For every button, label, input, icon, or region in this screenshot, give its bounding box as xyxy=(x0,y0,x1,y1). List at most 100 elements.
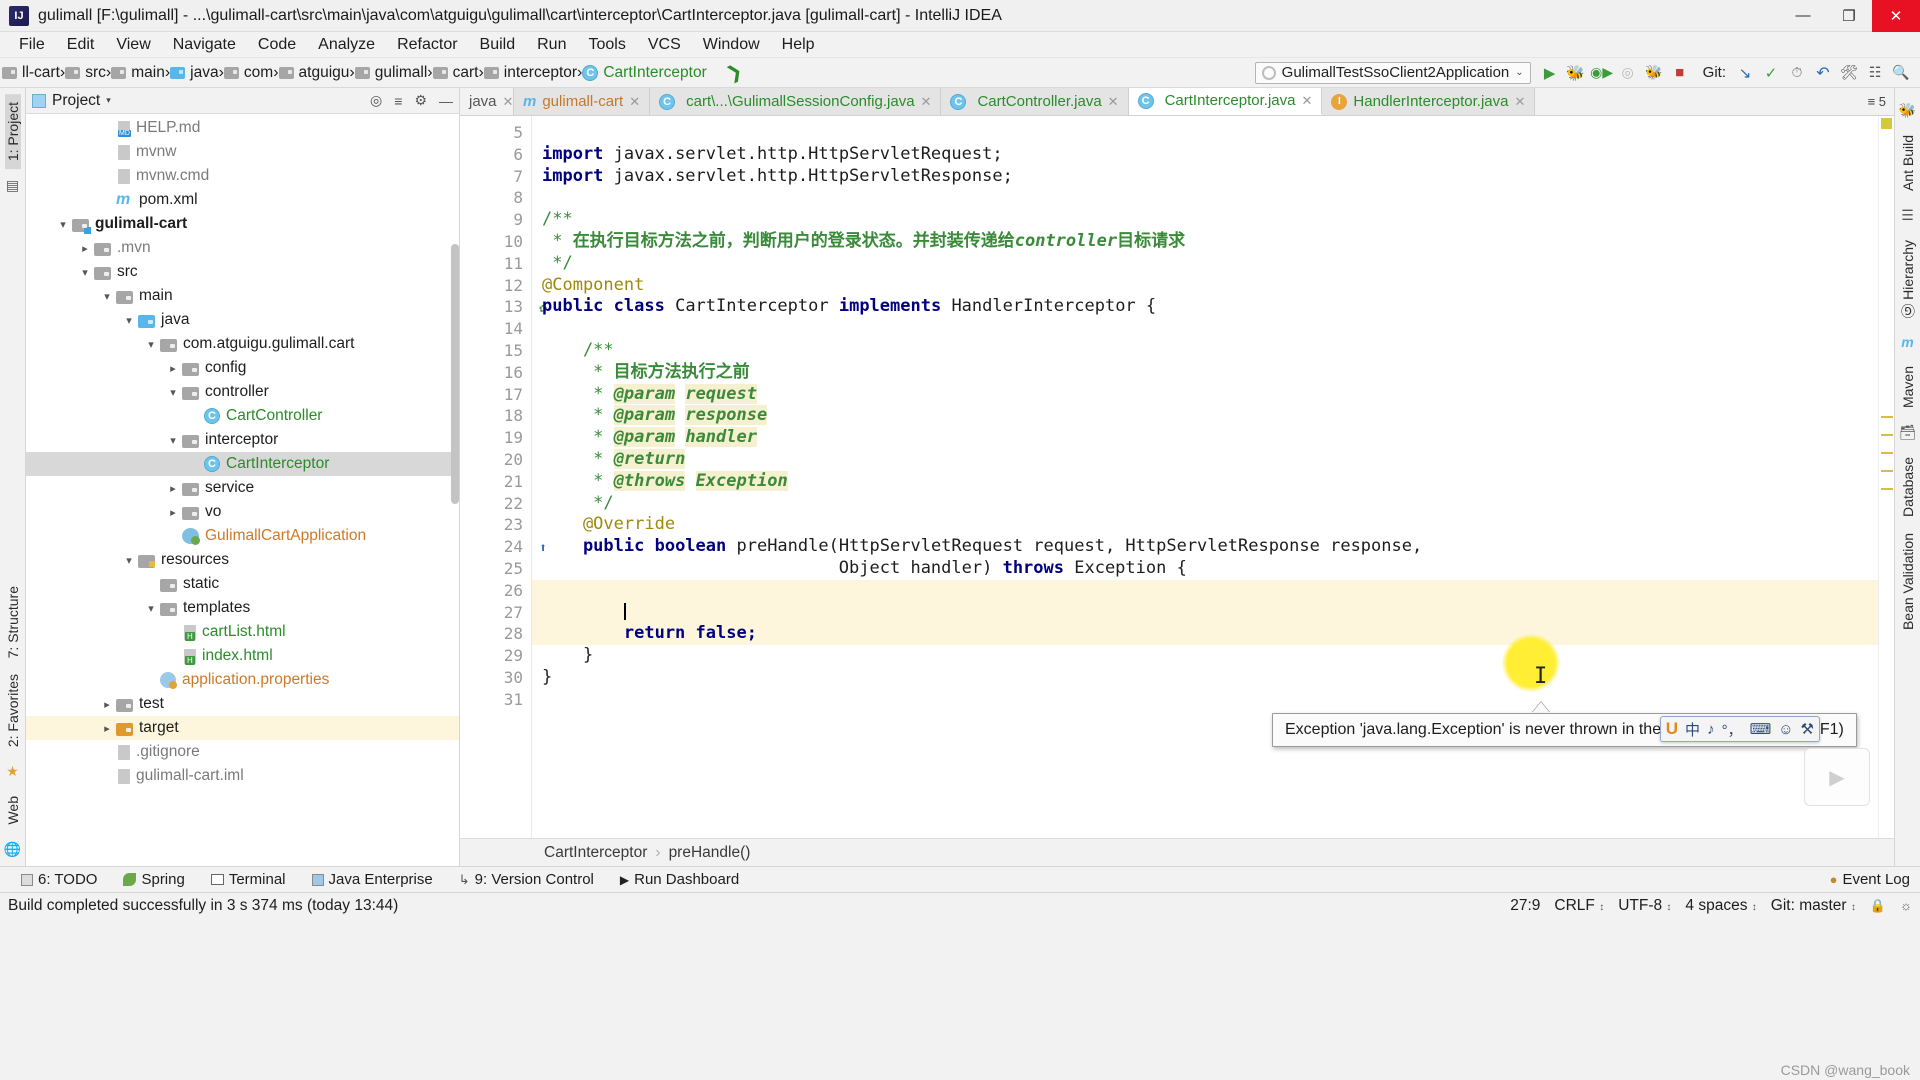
gutter-line-21[interactable]: 21 xyxy=(460,471,531,493)
stop-button[interactable]: ■ xyxy=(1667,61,1693,85)
menu-item-tools[interactable]: Tools xyxy=(577,34,636,56)
code-line-29[interactable]: − } xyxy=(532,645,1878,667)
code-line-10[interactable]: * 在执行目标方法之前，判断用户的登录状态。并封装传递给controller目标… xyxy=(532,231,1878,253)
editor-tab-cartinterceptor[interactable]: C CartInterceptor.java ✕ xyxy=(1128,88,1323,115)
sidebar-item-ant-build[interactable]: Ant Build xyxy=(1900,127,1916,199)
gutter-line-29[interactable]: 29 xyxy=(460,645,531,667)
breadcrumb-cartinterceptor[interactable]: C CartInterceptor xyxy=(582,64,707,82)
gutter-line-24[interactable]: 24 ⬆ xyxy=(460,536,547,558)
ime-tools-icon[interactable]: ⚒ xyxy=(1801,720,1814,738)
gutter-line-18[interactable]: 18 xyxy=(460,405,531,427)
favorites-star-icon[interactable]: ★ xyxy=(6,763,19,780)
breadcrumb-gulimall[interactable]: gulimall xyxy=(354,64,427,82)
balloon-icon[interactable]: ☼ xyxy=(1900,898,1912,913)
menu-item-file[interactable]: File xyxy=(8,34,56,56)
code-line-17[interactable]: * @param request xyxy=(532,383,1878,406)
maximize-button[interactable]: ❐ xyxy=(1826,0,1872,32)
code-line-8[interactable] xyxy=(532,187,1878,209)
maven-icon[interactable]: m xyxy=(1901,334,1913,350)
gutter-line-11[interactable]: 11 xyxy=(460,253,531,275)
menu-item-analyze[interactable]: Analyze xyxy=(307,34,386,56)
editor-viewport[interactable]: 5 6 7 8 9 10 11 12 13 ✿ 14 15 16 17 18 19 20 21 22 23 24 ⬆ 25 2… xyxy=(460,116,1894,838)
gutter-line-9[interactable]: 9 xyxy=(460,209,531,231)
commit-button[interactable]: ✓ xyxy=(1758,61,1784,85)
sidebar-item-favorites[interactable]: 2: Favorites xyxy=(5,666,21,755)
error-stripe[interactable] xyxy=(1878,116,1894,838)
bottom-tab-java-enterprise[interactable]: Java Enterprise xyxy=(299,871,446,888)
code-line-20[interactable]: * @return xyxy=(532,448,1878,471)
project-tree[interactable]: HELP.md mvnw mvnw.cmd m pom.xml ▾ gulimall-car… xyxy=(26,114,459,866)
run-with-coverage-button[interactable]: ◉▶ xyxy=(1589,61,1615,85)
close-icon[interactable]: ✕ xyxy=(629,94,640,110)
caret-position[interactable]: 27:9 xyxy=(1510,897,1540,915)
tree-item-static[interactable]: static xyxy=(26,572,459,596)
close-icon[interactable]: ✕ xyxy=(503,94,513,110)
project-structure-button[interactable]: ☷ xyxy=(1862,61,1888,85)
tree-item-templates[interactable]: ▾ templates xyxy=(26,596,459,620)
tree-item-test[interactable]: ▸ test xyxy=(26,692,459,716)
code-line-31[interactable] xyxy=(532,689,1878,711)
menu-item-edit[interactable]: Edit xyxy=(56,34,106,56)
ime-keyboard-icon[interactable]: ⌨ xyxy=(1750,720,1772,738)
close-icon[interactable]: ✕ xyxy=(1301,93,1312,109)
gutter-line-28[interactable]: 28 xyxy=(460,623,531,645)
menu-item-run[interactable]: Run xyxy=(526,34,577,56)
ime-tone-icon[interactable]: ♪ xyxy=(1707,721,1715,738)
code-line-9[interactable]: −/** xyxy=(532,209,1878,231)
gutter-line-20[interactable]: 20 xyxy=(460,449,531,471)
warning-marker[interactable] xyxy=(1881,470,1893,472)
tree-item-gulimall-cart-iml[interactable]: gulimall-cart.iml xyxy=(26,764,459,788)
tree-item-vo[interactable]: ▸ vo xyxy=(26,500,459,524)
code-line-28[interactable]: return false; xyxy=(532,623,1878,646)
bottom-tab-run-dashboard[interactable]: ▶ Run Dashboard xyxy=(607,871,752,888)
chevron-down-icon[interactable]: ▾ xyxy=(106,95,111,106)
menu-item-window[interactable]: Window xyxy=(692,34,771,56)
hide-icon[interactable]: — xyxy=(439,93,453,109)
code-line-15[interactable]: /** xyxy=(532,340,1878,362)
minimize-button[interactable]: — xyxy=(1780,0,1826,32)
chevron-down-icon[interactable]: ▾ xyxy=(120,314,138,327)
gutter-line-8[interactable]: 8 xyxy=(460,187,531,209)
warning-marker[interactable] xyxy=(1881,434,1893,436)
database-icon[interactable]: 🗃 xyxy=(1899,424,1917,441)
breadcrumb-method[interactable]: preHandle() xyxy=(669,844,751,862)
chevron-down-icon[interactable]: ▾ xyxy=(54,218,72,231)
code-line-18[interactable]: * @param response xyxy=(532,405,1878,427)
sidebar-item-database[interactable]: Database xyxy=(1900,449,1916,525)
code-line-6[interactable]: import javax.servlet.http.HttpServletReq… xyxy=(532,144,1878,166)
sidebar-item-project[interactable]: 1: Project xyxy=(4,94,21,170)
code-line-24[interactable]: public boolean preHandle(HttpServletRequ… xyxy=(532,536,1878,558)
sidebar-item-maven[interactable]: Maven xyxy=(1900,358,1916,416)
ime-user-icon[interactable]: ☺ xyxy=(1778,721,1793,738)
gutter-line-17[interactable]: 17 xyxy=(460,384,531,406)
tree-item-index-html[interactable]: index.html xyxy=(26,644,459,668)
breadcrumb-interceptor[interactable]: interceptor xyxy=(483,64,577,82)
warning-marker[interactable] xyxy=(1881,452,1893,454)
sidebar-item-bean-validation[interactable]: Bean Validation xyxy=(1900,525,1916,638)
breadcrumb-gulimall-cart[interactable]: ll-cart xyxy=(0,64,60,82)
breadcrumb-class[interactable]: CartInterceptor xyxy=(544,844,647,862)
event-log-tab[interactable]: ● Event Log xyxy=(1830,871,1920,888)
tree-item-resources[interactable]: ▾ resources xyxy=(26,548,459,572)
git-branch-widget[interactable]: Git: master ↕ xyxy=(1771,897,1856,915)
editor-tab-java[interactable]: java ✕ xyxy=(460,88,514,115)
editor-tab-overflow[interactable]: ≡ 5 xyxy=(1860,88,1894,115)
debug-button[interactable]: 🐝 xyxy=(1563,61,1589,85)
history-button[interactable]: ⏱ xyxy=(1784,61,1810,85)
bottom-tab-todo[interactable]: 6: TODO xyxy=(8,871,110,888)
code-line-11[interactable]: − */ xyxy=(532,253,1878,275)
commander-icon[interactable]: ▤ xyxy=(6,177,19,194)
gutter-line-23[interactable]: 23 xyxy=(460,514,531,536)
tree-item-gulimall-cart[interactable]: ▾ gulimall-cart xyxy=(26,212,459,236)
rollback-button[interactable]: ↶ xyxy=(1810,61,1836,85)
code-line-5[interactable] xyxy=(532,122,1878,144)
close-icon[interactable]: ✕ xyxy=(921,94,932,110)
bottom-tab-spring[interactable]: Spring xyxy=(110,871,197,888)
gutter-line-19[interactable]: 19 xyxy=(460,427,531,449)
code-line-30[interactable]: } xyxy=(532,667,1878,689)
sidebar-item-structure[interactable]: 7: Structure xyxy=(5,578,21,666)
close-icon[interactable]: ✕ xyxy=(1514,94,1525,110)
make-project-icon[interactable]: ❯ xyxy=(723,60,746,85)
gutter-line-16[interactable]: 16 xyxy=(460,362,531,384)
gutter-line-7[interactable]: 7 xyxy=(460,166,531,188)
